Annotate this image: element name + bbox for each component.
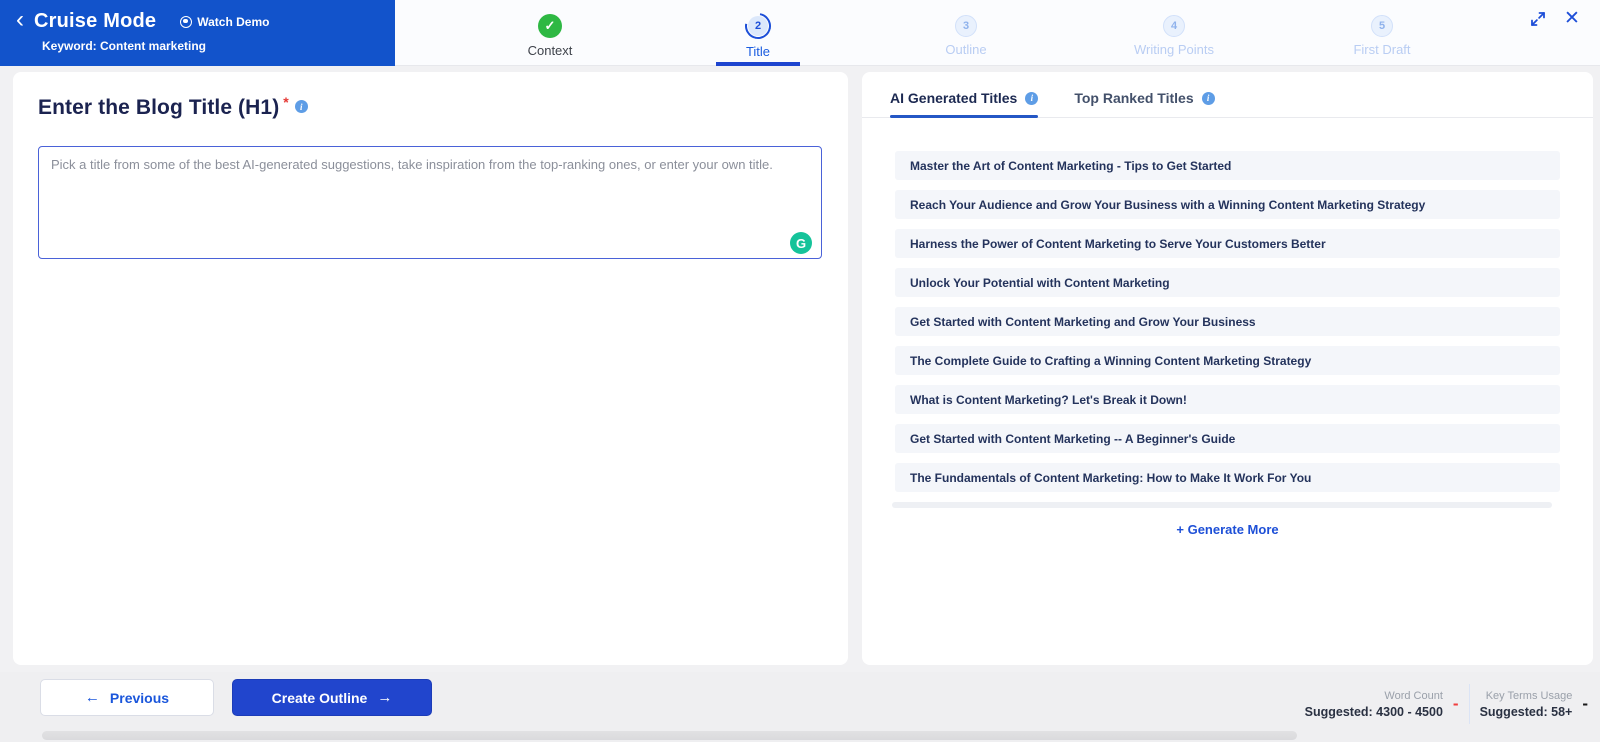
word-count-stat: Word Count Suggested: 4300 - 4500 (1305, 690, 1443, 719)
app-title: Cruise Mode (34, 10, 157, 32)
watch-demo-button[interactable]: Watch Demo (180, 15, 269, 29)
step-writing-points[interactable]: 4 Writing Points (1070, 0, 1278, 66)
step-label: Outline (945, 42, 987, 57)
top-header-bar: ‹ Cruise Mode Watch Demo Keyword: Conten… (0, 0, 1600, 66)
blog-title-input[interactable] (38, 146, 822, 259)
title-suggestion-item[interactable]: Get Started with Content Marketing and G… (895, 307, 1560, 336)
step-number: 2 (748, 16, 768, 36)
close-icon[interactable]: ✕ (1562, 9, 1582, 29)
stats-divider (1468, 684, 1470, 724)
step-number: 4 (1163, 15, 1185, 37)
blog-title-panel: Enter the Blog Title (H1) * i G (13, 72, 848, 665)
tab-label: Top Ranked Titles (1074, 90, 1194, 106)
tab-top-ranked-titles[interactable]: Top Ranked Titles i (1074, 90, 1215, 117)
step-number: 3 (955, 15, 977, 37)
create-outline-label: Create Outline (271, 689, 368, 706)
page-title: Enter the Blog Title (H1) (38, 96, 280, 119)
wizard-stepper: ✓ Context 2 Title 3 Outline 4 Writing Po… (446, 0, 1486, 66)
tab-label: AI Generated Titles (890, 90, 1018, 106)
right-arrow-icon: → (377, 689, 393, 706)
key-terms-label: Key Terms Usage (1485, 689, 1573, 702)
step-label: Context (527, 43, 573, 58)
key-terms-stat: Key Terms Usage Suggested: 58+ (1480, 690, 1573, 719)
word-count-suggested: Suggested: 4300 - 4500 (1304, 704, 1443, 719)
previous-label: Previous (109, 689, 170, 706)
create-outline-button[interactable]: Create Outline → (232, 679, 432, 716)
window-bottom-shadow (42, 731, 1297, 740)
active-step-underline (716, 62, 800, 66)
previous-button[interactable]: ← Previous (40, 679, 214, 716)
title-suggestion-item[interactable]: What is Content Marketing? Let's Break i… (895, 385, 1560, 414)
title-suggestion-item[interactable]: Get Started with Content Marketing -- A … (895, 424, 1560, 453)
title-suggestion-item[interactable]: Unlock Your Potential with Content Marke… (895, 268, 1560, 297)
generate-more-button[interactable]: + Generate More (895, 522, 1560, 537)
left-arrow-icon: ← (84, 689, 100, 706)
info-icon[interactable]: i (1201, 91, 1215, 105)
cruise-mode-window: ‹ Cruise Mode Watch Demo Keyword: Conten… (0, 0, 1600, 742)
title-suggestion-item[interactable]: The Complete Guide to Crafting a Winning… (895, 346, 1560, 375)
step-number: 5 (1371, 15, 1393, 37)
title-suggestion-item[interactable]: Reach Your Audience and Grow Your Busine… (895, 190, 1560, 219)
word-count-label: Word Count (1384, 689, 1443, 702)
check-icon: ✓ (538, 14, 562, 38)
back-icon[interactable]: ‹ (16, 8, 24, 32)
play-record-icon (180, 15, 193, 28)
step-context[interactable]: ✓ Context (446, 0, 654, 66)
title-suggestion-item[interactable]: The Fundamentals of Content Marketing: H… (895, 463, 1560, 492)
progress-ring-icon: 2 (739, 7, 777, 45)
ai-titles-list: Master the Art of Content Marketing - Ti… (862, 118, 1593, 537)
info-icon[interactable]: i (294, 100, 308, 113)
titles-tabs: AI Generated Titles i Top Ranked Titles … (862, 72, 1593, 118)
info-icon[interactable]: i (1025, 91, 1039, 105)
scrollbar[interactable] (892, 502, 1552, 508)
expand-icon[interactable] (1528, 9, 1548, 29)
tab-ai-generated-titles[interactable]: AI Generated Titles i (890, 90, 1039, 118)
step-first-draft[interactable]: 5 First Draft (1278, 0, 1486, 66)
grammarly-icon[interactable]: G (790, 232, 812, 254)
title-suggestion-item[interactable]: Harness the Power of Content Marketing t… (895, 229, 1560, 258)
required-asterisk: * (283, 94, 289, 110)
watch-demo-label: Watch Demo (197, 14, 270, 29)
step-title[interactable]: 2 Title (654, 0, 862, 66)
footer-bar: ← Previous Create Outline → Word Count S… (0, 672, 1600, 742)
key-terms-indicator-icon: - (1582, 694, 1588, 713)
window-actions: ✕ (1528, 9, 1582, 29)
key-terms-suggested: Suggested: 58+ (1479, 704, 1573, 719)
step-label: Title (745, 44, 771, 59)
step-label: Writing Points (1134, 42, 1214, 57)
brand-block: ‹ Cruise Mode Watch Demo Keyword: Conten… (0, 0, 395, 66)
title-suggestion-item[interactable]: Master the Art of Content Marketing - Ti… (895, 151, 1560, 180)
word-count-indicator-icon: - (1452, 694, 1459, 713)
step-label: First Draft (1353, 42, 1411, 57)
keyword-label: Keyword: Content marketing (42, 39, 207, 53)
footer-stats: Word Count Suggested: 4300 - 4500 - Key … (1305, 682, 1588, 726)
titles-panel: AI Generated Titles i Top Ranked Titles … (862, 72, 1593, 665)
step-outline[interactable]: 3 Outline (862, 0, 1070, 66)
